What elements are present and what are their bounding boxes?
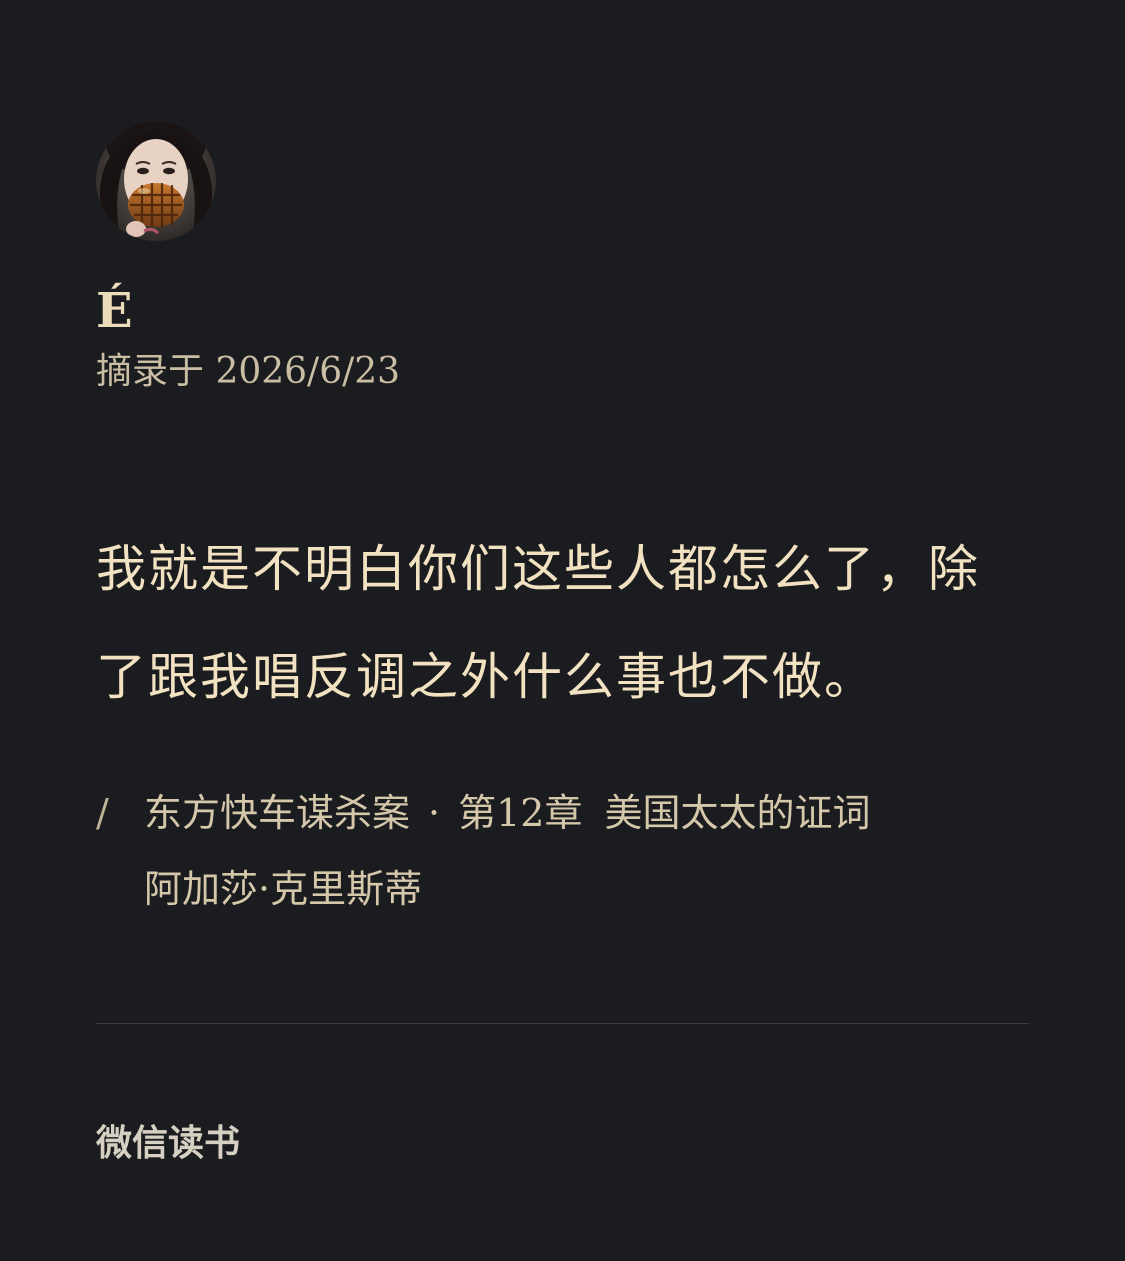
- chapter-number: 第12章: [458, 791, 583, 835]
- brand-label: 微信读书: [96, 1123, 241, 1164]
- book-source[interactable]: / 东方快车谋杀案 · 第12章 美国太太的证词 阿加莎·克里斯蒂: [96, 775, 1029, 927]
- user-avatar-photo-icon: [96, 121, 216, 241]
- source-slash: /: [96, 791, 109, 835]
- source-line-book: 东方快车谋杀案 · 第12章 美国太太的证词: [144, 775, 1029, 851]
- excerpt-date: 摘录于 2026/6/23: [96, 351, 401, 392]
- book-title: 东方快车谋杀案: [144, 791, 411, 835]
- avatar[interactable]: [96, 121, 216, 241]
- source-separator: ·: [428, 791, 441, 835]
- excerpt-card: É 摘录于 2026/6/23 我就是不明白你们这些人都怎么了，除了跟我唱反调之…: [96, 121, 1029, 927]
- username: É: [96, 283, 133, 339]
- quote-text: 我就是不明白你们这些人都怎么了，除了跟我唱反调之外什么事也不做。: [96, 540, 980, 706]
- chapter-title: 美国太太的证词: [604, 791, 871, 835]
- book-author: 阿加莎·克里斯蒂: [144, 867, 423, 911]
- divider: [96, 1023, 1029, 1024]
